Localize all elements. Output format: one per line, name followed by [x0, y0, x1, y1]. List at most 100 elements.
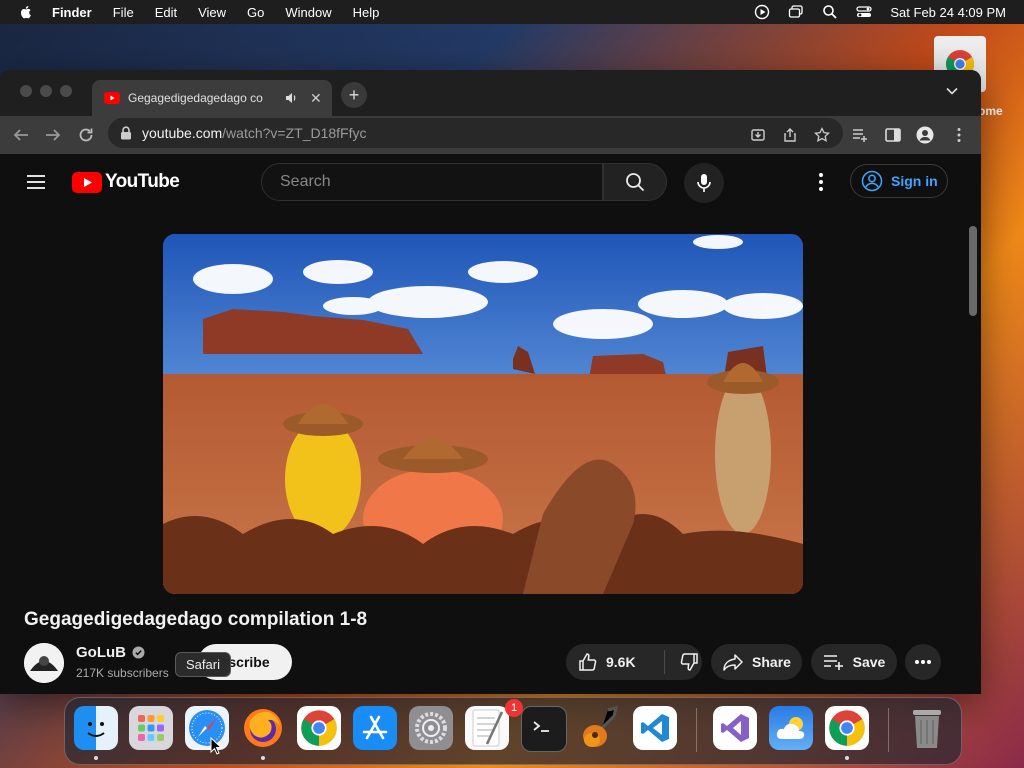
video-player[interactable]: [163, 234, 803, 594]
dock-finder-icon[interactable]: [74, 706, 118, 750]
video-thumbnail-image: [163, 234, 803, 594]
visual-studio-icon: [721, 714, 749, 742]
play-status-icon[interactable]: [754, 4, 770, 20]
like-count: 9.6K: [606, 654, 636, 670]
channel-name[interactable]: GoLuB: [76, 644, 126, 661]
apple-icon[interactable]: [18, 4, 34, 20]
dock-safari-icon[interactable]: [185, 706, 229, 750]
menu-window[interactable]: Window: [285, 5, 331, 20]
channel-avatar-image: [24, 643, 64, 683]
search-button[interactable]: [603, 163, 667, 201]
address-bar[interactable]: youtube.com/watch?v=ZT_D18fFfyc: [108, 118, 843, 148]
menu-app-name[interactable]: Finder: [52, 5, 92, 20]
reading-list-icon[interactable]: [851, 126, 869, 144]
tab-youtube[interactable]: Gegagedigedagedago co ✕: [92, 80, 332, 116]
new-tab-button[interactable]: +: [341, 82, 367, 108]
hamburger-menu-icon[interactable]: [26, 174, 46, 190]
mouse-cursor-icon: [210, 737, 222, 755]
add-to-playlist-icon: [823, 655, 843, 670]
chrome-menu-icon[interactable]: [950, 126, 968, 144]
dock-chrome-icon[interactable]: [297, 706, 341, 750]
vscode-icon: [641, 714, 669, 742]
menu-file[interactable]: File: [113, 5, 134, 20]
menu-help[interactable]: Help: [353, 5, 380, 20]
window-close-button[interactable]: [20, 85, 32, 97]
dock-trash-icon[interactable]: [905, 706, 949, 750]
dock-separator: [888, 708, 889, 752]
window-zoom-button[interactable]: [60, 85, 72, 97]
page-scrollbar[interactable]: [969, 226, 977, 316]
dock-chrome-icon-2[interactable]: [825, 706, 869, 750]
back-arrow-icon[interactable]: [12, 126, 30, 144]
sign-in-button[interactable]: Sign in: [850, 164, 948, 198]
subscriber-count: 217K subscribers: [76, 666, 169, 680]
youtube-page: YouTube Sign in: [0, 154, 981, 694]
screen-mirroring-icon[interactable]: [788, 4, 804, 20]
reload-icon[interactable]: [77, 126, 95, 144]
dock-textedit-icon[interactable]: [465, 706, 509, 750]
cloud-sun-icon: [776, 717, 805, 739]
youtube-logo[interactable]: YouTube: [72, 171, 180, 193]
dock-app-store-icon[interactable]: [353, 706, 397, 750]
sign-in-label: Sign in: [891, 173, 938, 189]
side-panel-icon[interactable]: [884, 126, 902, 144]
dock-separator: [696, 708, 697, 752]
menu-view[interactable]: View: [198, 5, 226, 20]
control-center-icon[interactable]: [856, 4, 873, 20]
menu-edit[interactable]: Edit: [155, 5, 177, 20]
install-app-icon[interactable]: [750, 127, 766, 143]
voice-search-button[interactable]: [684, 163, 724, 203]
window-minimize-button[interactable]: [40, 85, 52, 97]
thumbs-down-icon: [680, 653, 698, 671]
trash-can-icon: [913, 710, 941, 748]
like-button[interactable]: 9.6K: [566, 650, 665, 674]
youtube-play-icon: [72, 171, 102, 193]
thumbs-up-icon: [579, 653, 597, 671]
dock-system-settings-icon[interactable]: [409, 706, 453, 750]
forward-arrow-icon[interactable]: [44, 126, 62, 144]
dislike-button[interactable]: [665, 652, 699, 672]
tab-close-icon[interactable]: ✕: [310, 90, 322, 107]
terminal-prompt-icon: [533, 721, 549, 732]
dock-running-indicator: [261, 756, 265, 760]
dock-garageband-icon[interactable]: [577, 706, 621, 750]
dock-running-indicator: [845, 756, 849, 760]
notification-badge: 1: [505, 699, 523, 717]
dock-visual-studio-icon[interactable]: [713, 706, 757, 750]
dock-weather-icon[interactable]: [769, 706, 813, 750]
save-button[interactable]: Save: [811, 644, 897, 680]
bookmark-star-icon[interactable]: [814, 127, 830, 143]
menubar-clock[interactable]: Sat Feb 24 4:09 PM: [890, 5, 1006, 20]
search-box: [261, 163, 603, 201]
dock-launchpad-icon[interactable]: [129, 706, 173, 750]
browser-toolbar: youtube.com/watch?v=ZT_D18fFfyc: [0, 116, 981, 154]
share-button[interactable]: Share: [711, 644, 802, 680]
microphone-icon: [697, 174, 711, 192]
url-path: /watch?v=ZT_D18fFfyc: [222, 125, 367, 141]
spotlight-search-icon[interactable]: [822, 4, 838, 20]
menu-go[interactable]: Go: [247, 5, 264, 20]
dock-tooltip: Safari: [175, 652, 231, 677]
guitar-icon: [583, 706, 619, 747]
speaker-icon[interactable]: [284, 91, 298, 105]
share-page-icon[interactable]: [782, 127, 798, 143]
search-input[interactable]: [278, 172, 582, 192]
youtube-wordmark: YouTube: [105, 171, 180, 192]
chevron-down-icon[interactable]: [945, 84, 959, 98]
profile-icon[interactable]: [916, 126, 934, 144]
verified-badge-icon: [132, 646, 145, 659]
channel-name-row[interactable]: GoLuB: [76, 644, 145, 661]
more-horizontal-icon: [915, 660, 931, 664]
dock: 1: [64, 697, 962, 765]
more-actions-button[interactable]: [905, 644, 941, 680]
gear-icon: [415, 712, 447, 744]
dock-terminal-icon[interactable]: [521, 706, 567, 752]
menu-bar: Finder File Edit View Go Window Help Sat…: [0, 0, 1024, 24]
dock-vscode-icon[interactable]: [633, 706, 677, 750]
firefox-icon: [244, 709, 282, 747]
dock-firefox-icon[interactable]: [241, 706, 285, 750]
tab-title: Gegagedigedagedago co: [128, 91, 263, 105]
lock-icon[interactable]: [120, 126, 132, 140]
settings-kebab-icon[interactable]: [818, 172, 824, 192]
channel-avatar[interactable]: [24, 643, 64, 683]
